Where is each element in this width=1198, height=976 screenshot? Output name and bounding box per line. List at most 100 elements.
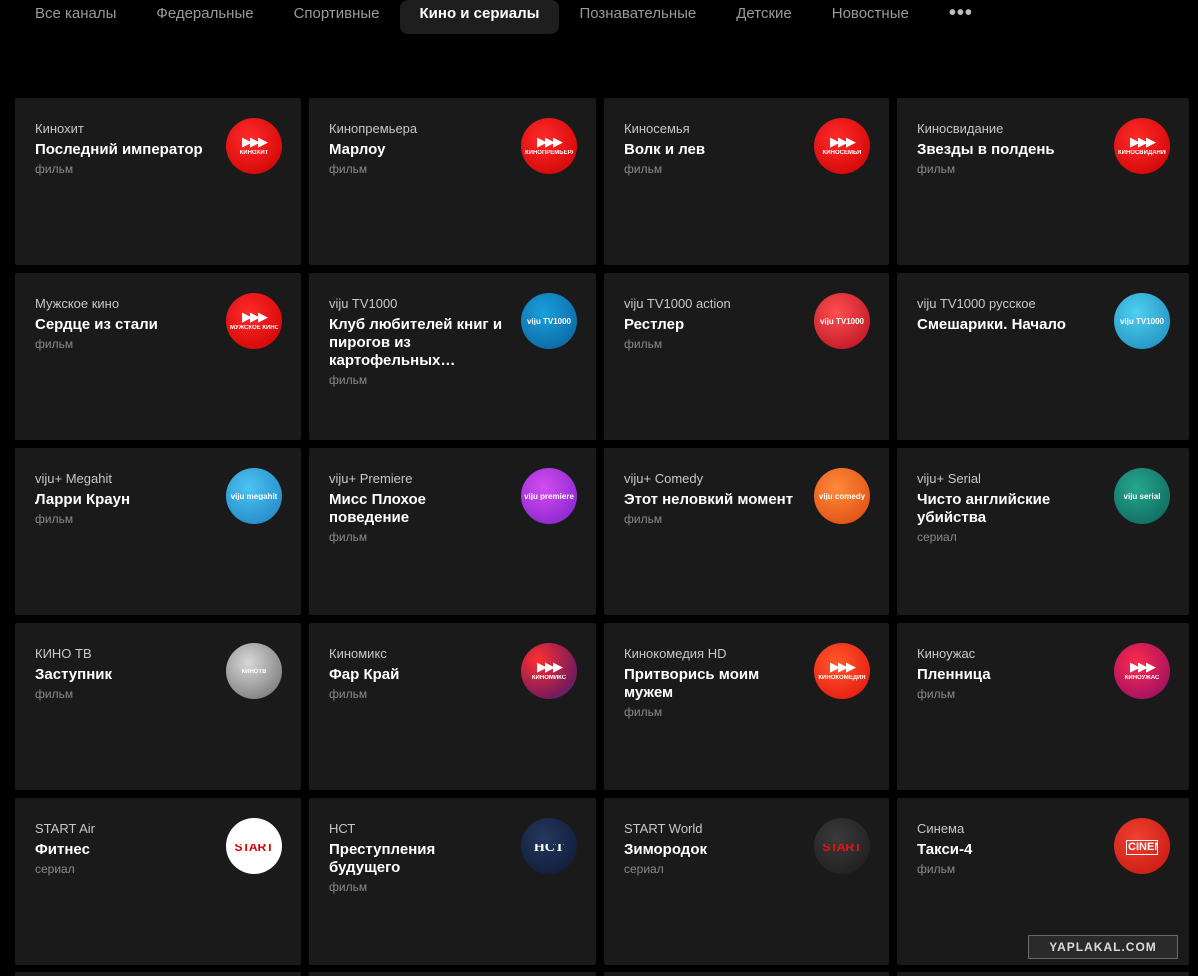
viju-tv1000-logo-icon: viju TV1000	[521, 293, 577, 349]
channel-card[interactable]: viju+ Serial Чисто английские убийства сер…	[897, 448, 1189, 615]
channel-grid: Кинохит Последний император фильм ▶▶▶ КИНОХИ…	[15, 98, 1189, 965]
channel-card[interactable]: viju TV1000 action Рестлер фильм viju TV100…	[604, 273, 889, 440]
more-tabs-button[interactable]: •••	[929, 0, 993, 34]
channel-card[interactable]: START Air Фитнес сериал START	[15, 798, 301, 965]
tab-2[interactable]: Спортивные	[274, 0, 400, 34]
program-title: Клуб любителей книг и пирогов из картофе…	[329, 316, 503, 369]
partial-card[interactable]	[897, 972, 1189, 976]
program-kind: фильм	[917, 687, 956, 701]
triple-chevron-icon: ▶▶▶	[242, 134, 268, 149]
program-title: Чисто английские убийства	[917, 491, 1051, 526]
start-air-logo-icon: START	[226, 818, 282, 874]
logo-text: КИНОСЕМЬЯ	[822, 150, 862, 156]
partial-card[interactable]	[309, 972, 596, 976]
program-title: Этот неловкий момент	[624, 491, 794, 508]
program-kind: фильм	[329, 530, 368, 544]
viju-tv1000-action-logo-icon: viju TV1000	[814, 293, 870, 349]
channel-name: START Air	[35, 821, 95, 836]
channel-name: viju+ Serial	[917, 471, 981, 486]
channel-card[interactable]: viju+ Premiere Мисс Плохое поведение фильм…	[309, 448, 596, 615]
tab-0[interactable]: Все каналы	[15, 0, 136, 34]
viju-megahit-logo-icon: viju megahit	[226, 468, 282, 524]
program-title: Такси-4	[917, 841, 973, 858]
channel-name: viju TV1000 русское	[917, 296, 1036, 311]
channel-card[interactable]: Киносвидание Звезды в полдень фильм ▶▶▶ КИНО…	[897, 98, 1189, 265]
kinopremiera-logo-icon: ▶▶▶ КИНОПРЕМЬЕРА	[521, 118, 577, 174]
program-title: Звезды в полдень	[917, 141, 1055, 158]
program-kind: сериал	[35, 862, 75, 876]
tab-6[interactable]: Новостные	[812, 0, 929, 34]
logo-text: КИНОКОМЕДИЯ	[818, 675, 866, 681]
triple-chevron-icon: ▶▶▶	[537, 659, 563, 674]
triple-chevron-icon: ▶▶▶	[830, 659, 856, 674]
program-kind: фильм	[917, 862, 956, 876]
channel-card[interactable]: viju TV1000 Клуб любителей книг и пирогов…	[309, 273, 596, 440]
tab-1[interactable]: Федеральные	[136, 0, 273, 34]
kino-tv-logo-icon: КИНОТВ	[226, 643, 282, 699]
program-title: Смешарики. Начало	[917, 316, 1066, 333]
channel-name: viju+ Megahit	[35, 471, 112, 486]
channel-name: START World	[624, 821, 703, 836]
channel-card[interactable]: Кинопремьера Марлоу фильм ▶▶▶ КИНОПРЕМЬЕРА	[309, 98, 596, 265]
program-kind: фильм	[35, 512, 74, 526]
channel-card[interactable]: viju+ Comedy Этот неловкий момент фильм vij…	[604, 448, 889, 615]
logo-text: viju comedy	[818, 492, 866, 500]
channel-card[interactable]: Киномикс Фар Край фильм ▶▶▶ КИНОМИКС	[309, 623, 596, 790]
program-kind: фильм	[329, 162, 368, 176]
channel-card[interactable]: Киносемья Волк и лев фильм ▶▶▶ КИНОСЕМЬЯ	[604, 98, 889, 265]
kinohit-logo-icon: ▶▶▶ КИНОХИТ	[226, 118, 282, 174]
channel-name: Мужское кино	[35, 296, 120, 311]
logo-text: viju TV1000	[526, 317, 572, 325]
channel-name: viju+ Premiere	[329, 471, 413, 486]
triple-chevron-icon: ▶▶▶	[1130, 659, 1156, 674]
kinomiks-logo-icon: ▶▶▶ КИНОМИКС	[521, 643, 577, 699]
program-kind: фильм	[35, 687, 74, 701]
program-kind: сериал	[917, 530, 957, 544]
program-kind: фильм	[624, 705, 663, 719]
logo-text: CINEMA	[1126, 839, 1158, 855]
program-kind: фильм	[35, 337, 74, 351]
channel-name: Кинопремьера	[329, 121, 418, 136]
logo-text: viju TV1000	[819, 317, 865, 325]
viju-tv1000-russkoe-logo-icon: viju TV1000	[1114, 293, 1170, 349]
tab-3[interactable]: Кино и сериалы	[399, 0, 560, 34]
channel-name: viju+ Comedy	[624, 471, 704, 486]
partial-card[interactable]	[604, 972, 889, 976]
kinokomediya-logo-icon: ▶▶▶ КИНОКОМЕДИЯ	[814, 643, 870, 699]
channel-name: Киноужас	[917, 646, 976, 661]
kinosemya-logo-icon: ▶▶▶ КИНОСЕМЬЯ	[814, 118, 870, 174]
tab-4[interactable]: Познавательные	[559, 0, 716, 34]
program-title: Притворись моим мужем	[624, 666, 760, 701]
channel-card[interactable]: Мужское кино Сердце из стали фильм ▶▶▶ МУЖСК…	[15, 273, 301, 440]
logo-text: КИНОМИКС	[531, 675, 567, 681]
channel-card[interactable]: НСТ Преступления будущего фильм НСТ	[309, 798, 596, 965]
logo-text: viju serial	[1123, 492, 1161, 500]
program-kind: фильм	[329, 687, 368, 701]
partial-card[interactable]	[15, 972, 301, 976]
channel-card[interactable]: Кинохит Последний император фильм ▶▶▶ КИНОХИ…	[15, 98, 301, 265]
program-title: Фитнес	[35, 841, 90, 858]
category-tabs: Все каналы Федеральные Спортивные Кино и се…	[15, 0, 993, 34]
program-title: Зимородок	[624, 841, 707, 858]
channel-card[interactable]: viju+ Megahit Ларри Краун фильм viju megahi…	[15, 448, 301, 615]
program-kind: фильм	[35, 162, 74, 176]
channel-name: Киносемья	[624, 121, 690, 136]
logo-text: КИНОСВИДАНИЕ	[1118, 150, 1166, 156]
channel-name: Кинохит	[35, 121, 84, 136]
logo-text: КИНОТВ	[241, 668, 267, 675]
channel-card[interactable]: КИНО ТВ Заступник фильм КИНОТВ	[15, 623, 301, 790]
viju-comedy-logo-icon: viju comedy	[814, 468, 870, 524]
program-title: Волк и лев	[624, 141, 706, 158]
channel-card[interactable]: Киноужас Пленница фильм ▶▶▶ КИНОУЖАС	[897, 623, 1189, 790]
channel-name: viju TV1000 action	[624, 296, 731, 311]
channel-card[interactable]: START World Зимородок сериал START	[604, 798, 889, 965]
channel-card[interactable]: Кинокомедия HD Притворись моим мужем фильм…	[604, 623, 889, 790]
viju-premiere-logo-icon: viju premiere	[521, 468, 577, 524]
channel-name: НСТ	[329, 821, 356, 836]
channel-card[interactable]: viju TV1000 русское Смешарики. Начало viju…	[897, 273, 1189, 440]
kinosvidanie-logo-icon: ▶▶▶ КИНОСВИДАНИЕ	[1114, 118, 1170, 174]
tab-5[interactable]: Детские	[716, 0, 812, 34]
program-kind: фильм	[329, 373, 368, 387]
program-title: Марлоу	[329, 141, 386, 158]
logo-text: МУЖСКОЕ КИНО	[230, 325, 278, 331]
